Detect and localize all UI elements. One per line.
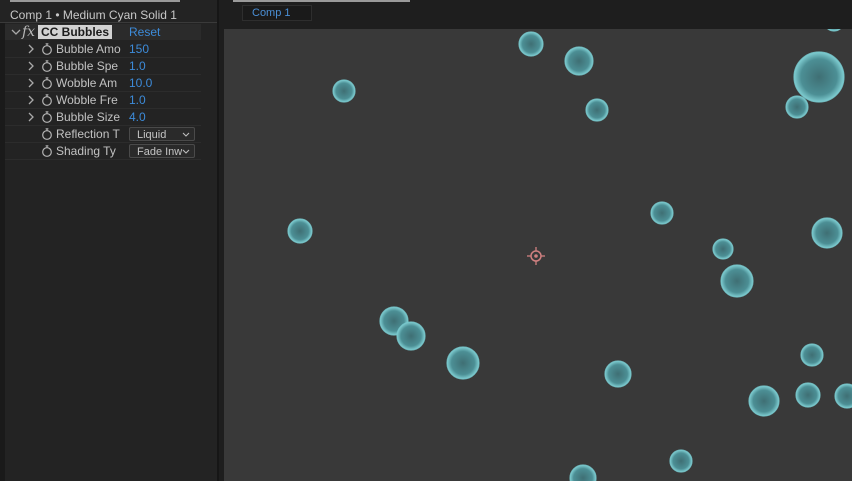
bubble [332, 79, 356, 103]
property-value-input[interactable]: 1.0 [129, 94, 146, 107]
property-row-bubble-amount: Bubble Amo 150 [5, 41, 201, 58]
property-value-input[interactable]: 10.0 [129, 77, 152, 90]
panel-tab-indicator [233, 0, 410, 2]
panel-tab-indicator [10, 0, 180, 2]
chevron-down-icon [182, 145, 190, 157]
bubble [827, 29, 841, 32]
property-row-reflection-type: Reflection T Liquid [5, 126, 201, 143]
composition-viewer[interactable] [224, 29, 852, 481]
property-label: Reflection T [56, 128, 120, 141]
stopwatch-icon[interactable] [41, 111, 53, 123]
property-row-bubble-speed: Bubble Spe 1.0 [5, 58, 201, 75]
reset-button[interactable]: Reset [129, 26, 160, 39]
property-row-wobble-frequency: Wobble Fre 1.0 [5, 92, 201, 109]
stopwatch-icon[interactable] [41, 43, 53, 55]
bubble [785, 95, 809, 119]
property-label: Bubble Size [56, 111, 121, 124]
bubble [564, 46, 594, 76]
property-label: Wobble Fre [56, 94, 118, 107]
property-label: Wobble Am [56, 77, 118, 90]
bubble [800, 343, 824, 367]
bubble [396, 321, 426, 351]
bubble [834, 383, 852, 409]
bubble [518, 31, 544, 57]
chevron-down-icon[interactable] [11, 27, 21, 37]
anchor-point-icon[interactable] [527, 247, 545, 265]
stopwatch-icon[interactable] [41, 94, 53, 106]
property-row-bubble-size: Bubble Size 4.0 [5, 109, 201, 126]
chevron-right-icon[interactable] [26, 95, 36, 105]
effect-name[interactable]: CC Bubbles [38, 25, 113, 39]
chevron-right-icon[interactable] [26, 78, 36, 88]
bubble [569, 464, 597, 481]
fx-toggle-icon[interactable]: fx [22, 24, 35, 40]
divider [0, 22, 217, 23]
bubble-layer [287, 29, 852, 481]
bubble [669, 449, 693, 473]
property-row-shading-type: Shading Ty Fade Inw [5, 143, 201, 160]
property-label: Bubble Spe [56, 60, 119, 73]
bubble [585, 98, 609, 122]
bubble [712, 238, 734, 260]
bubble [811, 217, 843, 249]
chevron-right-icon[interactable] [26, 112, 36, 122]
effect-controls-panel: Comp 1 • Medium Cyan Solid 1 fx CC Bubbl… [0, 0, 219, 481]
bubble [650, 201, 674, 225]
property-value-input[interactable]: 1.0 [129, 60, 146, 73]
property-value-input[interactable]: 4.0 [129, 111, 146, 124]
tab-comp-1[interactable]: Comp 1 [242, 5, 312, 21]
bubble [604, 360, 632, 388]
bubble [720, 264, 754, 298]
property-row-wobble-amount: Wobble Am 10.0 [5, 75, 201, 92]
property-label: Bubble Amo [56, 43, 121, 56]
bubble [795, 382, 821, 408]
stopwatch-icon[interactable] [41, 60, 53, 72]
stopwatch-icon[interactable] [41, 128, 53, 140]
bubble [793, 51, 845, 103]
dropdown-value: Fade Inw [137, 146, 183, 158]
stopwatch-icon[interactable] [41, 77, 53, 89]
property-label: Shading Ty [56, 145, 116, 158]
chevron-down-icon [182, 128, 190, 140]
bubble [748, 385, 780, 417]
shading-type-dropdown[interactable]: Fade Inw [129, 144, 195, 158]
dropdown-value: Liquid [137, 129, 167, 141]
reflection-type-dropdown[interactable]: Liquid [129, 127, 195, 141]
bubble [446, 346, 480, 380]
composition-panel: Comp 1 [219, 0, 852, 481]
chevron-right-icon[interactable] [26, 44, 36, 54]
bubble-render [287, 29, 852, 481]
chevron-right-icon[interactable] [26, 61, 36, 71]
stopwatch-icon[interactable] [41, 145, 53, 157]
bubble [287, 218, 313, 244]
row-divider [5, 159, 201, 160]
panel-title: Comp 1 • Medium Cyan Solid 1 [10, 8, 177, 22]
property-value-input[interactable]: 150 [129, 43, 149, 56]
